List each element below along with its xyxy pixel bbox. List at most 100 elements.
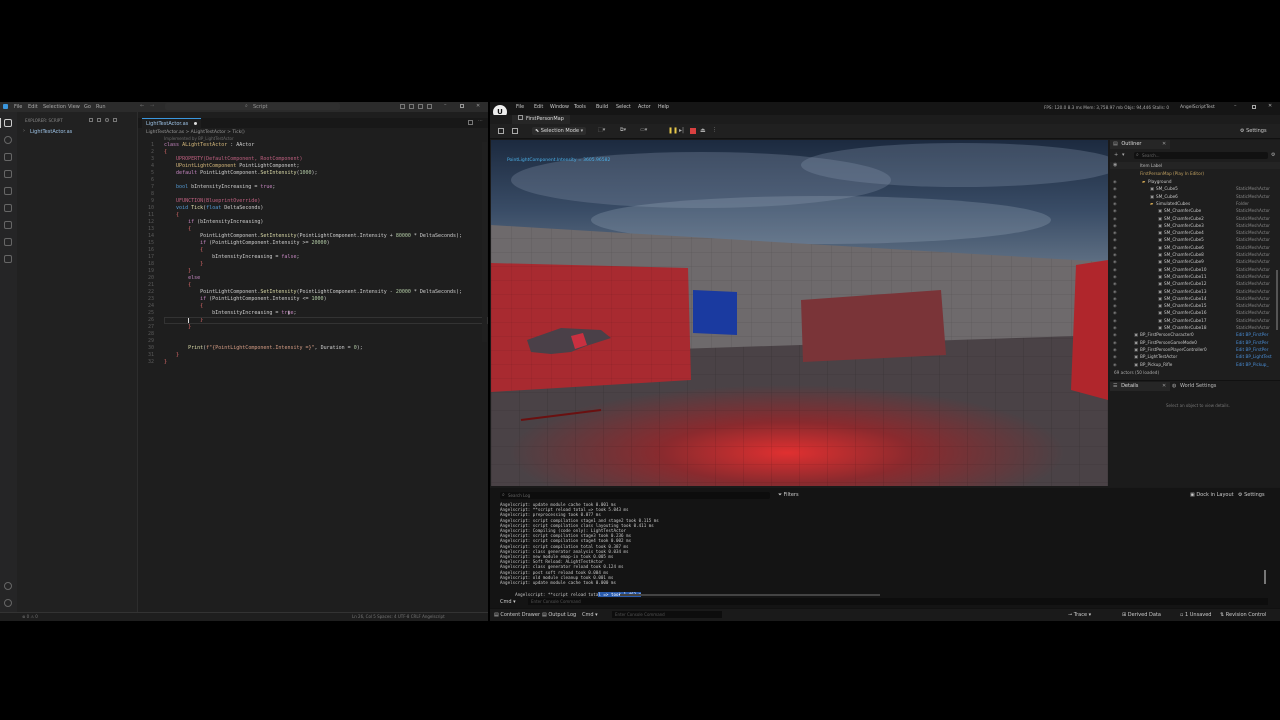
code-line[interactable]: 11 { bbox=[138, 212, 488, 219]
log-hscrollbar[interactable] bbox=[620, 594, 880, 596]
ue-menu-actor[interactable]: Actor bbox=[638, 105, 651, 110]
code-line[interactable]: 22 PointLightComponent.SetIntensity(Poin… bbox=[138, 289, 488, 296]
tab-lighttestactor[interactable]: LightTestActor.as bbox=[142, 118, 201, 129]
scrollbar[interactable] bbox=[482, 142, 487, 342]
code-line[interactable]: 1 class ALightTestActor : AActor bbox=[138, 142, 488, 149]
code-line[interactable]: 13 { bbox=[138, 226, 488, 233]
run-debug-icon[interactable] bbox=[4, 170, 12, 178]
step-button[interactable]: ▸| bbox=[679, 127, 684, 134]
sidebar-toggle-icon[interactable] bbox=[409, 104, 414, 109]
log-filters-button[interactable]: ⏷ Filters bbox=[778, 492, 799, 498]
collapse-all-icon[interactable] bbox=[113, 118, 117, 122]
ue-menu-tools[interactable]: Tools bbox=[574, 105, 586, 110]
tab-firstpersonmap[interactable]: FirstPersonMap bbox=[512, 115, 570, 124]
code-line[interactable]: 29 bbox=[138, 338, 488, 345]
new-file-icon[interactable] bbox=[89, 118, 93, 122]
menu-go[interactable]: Go bbox=[84, 104, 91, 110]
testing-icon[interactable] bbox=[4, 204, 12, 212]
split-editor-icon[interactable] bbox=[468, 120, 473, 125]
platforms-icon[interactable]: ⋮ bbox=[712, 127, 717, 133]
content-drawer-button[interactable]: ▤ Content Drawer bbox=[494, 612, 540, 618]
customize-layout-icon[interactable] bbox=[427, 104, 432, 109]
code-line[interactable]: 25 bIntensityIncreasing = true; bbox=[138, 310, 488, 317]
code-line[interactable]: 3 UPROPERTY(DefaultComponent, RootCompon… bbox=[138, 156, 488, 163]
log-lines[interactable]: Angelscript: update module cache took 0.… bbox=[490, 502, 1250, 586]
settings-button[interactable]: ⚙ Settings bbox=[1240, 128, 1267, 134]
code-lines[interactable]: 1 class ALightTestActor : AActor 2{3 UPROP… bbox=[138, 142, 488, 382]
more-actions-icon[interactable]: ⋯ bbox=[478, 118, 483, 124]
save-icon[interactable] bbox=[498, 128, 504, 134]
problems-status[interactable]: ⊗ 0 ⚠ 0 bbox=[22, 614, 38, 619]
outliner-filter-icon[interactable]: ▾ bbox=[1122, 152, 1125, 158]
code-line[interactable]: 27 } bbox=[138, 324, 488, 331]
code-line[interactable]: 4 UPointLightComponent PointLightCompone… bbox=[138, 163, 488, 170]
command-center-search[interactable]: ⌕ Script bbox=[165, 103, 340, 110]
ue-menu-select[interactable]: Select bbox=[616, 105, 631, 110]
code-line[interactable]: 32} bbox=[138, 359, 488, 366]
remote-icon[interactable] bbox=[4, 221, 12, 229]
code-line[interactable]: 24 { bbox=[138, 303, 488, 310]
menu-selection[interactable]: Selection bbox=[43, 104, 66, 110]
add-actor-icon[interactable]: ⬚▾ bbox=[598, 127, 605, 133]
content-icon[interactable] bbox=[512, 128, 518, 134]
output-log-button[interactable]: ▤ Output Log bbox=[542, 612, 576, 618]
terminal-icon[interactable] bbox=[4, 255, 12, 263]
unsaved-button[interactable]: ▫ 1 Unsaved bbox=[1180, 612, 1211, 618]
menu-view[interactable]: View bbox=[68, 104, 80, 110]
ue-menu-file[interactable]: File bbox=[516, 105, 524, 110]
edit-blueprint-link[interactable]: Edit BP_Pickup_ bbox=[1236, 361, 1269, 369]
code-line[interactable]: 10 void Tick(float DeltaSeconds) bbox=[138, 205, 488, 212]
close-icon[interactable]: ✕ bbox=[1268, 103, 1272, 109]
codelens-hint[interactable]: Implemented by BP_LightTestActor bbox=[164, 136, 234, 141]
cinematics-icon[interactable]: ▭▾ bbox=[640, 127, 647, 133]
outliner-settings-icon[interactable]: ⚙ bbox=[1271, 152, 1275, 158]
code-line[interactable]: 5 default PointLightComponent.SetIntensi… bbox=[138, 170, 488, 177]
code-line[interactable]: 6 bbox=[138, 177, 488, 184]
stop-button[interactable] bbox=[690, 128, 696, 134]
blueprints-icon[interactable]: ⧉▾ bbox=[620, 127, 626, 133]
search-icon[interactable] bbox=[4, 136, 12, 144]
minimize-icon[interactable]: – bbox=[444, 102, 447, 108]
console-input[interactable]: Enter Console Command bbox=[612, 611, 722, 618]
close-icon[interactable]: ✕ bbox=[476, 103, 480, 109]
trace-button[interactable]: ⊸ Trace ▾ bbox=[1068, 612, 1091, 618]
close-tab-icon[interactable]: ✕ bbox=[1162, 140, 1166, 149]
ue-menu-build[interactable]: Build bbox=[596, 105, 608, 110]
code-line[interactable]: 7 bool bIntensityIncreasing = true; bbox=[138, 184, 488, 191]
outliner-tab[interactable]: ▤ Outliner ✕ bbox=[1110, 140, 1170, 149]
breadcrumb[interactable]: LightTestActor.as > ALightTestActor > Ti… bbox=[146, 130, 245, 135]
world-settings-tab[interactable]: ◍ World Settings bbox=[1172, 382, 1216, 391]
tab-modified-dot-icon[interactable] bbox=[193, 122, 197, 125]
outliner-row[interactable]: ◉ ▣ BP_Pickup_Rifle Edit BP_Pickup_ bbox=[1110, 361, 1280, 369]
maximize-icon[interactable] bbox=[460, 104, 464, 108]
derived-data-button[interactable]: ⊞ Derived Data bbox=[1122, 612, 1161, 618]
log-settings-button[interactable]: ⚙ Settings bbox=[1238, 492, 1265, 498]
cmd-dropdown[interactable]: Cmd ▾ bbox=[582, 612, 598, 618]
source-control-icon[interactable] bbox=[4, 153, 12, 161]
new-folder-icon[interactable] bbox=[97, 118, 101, 122]
outliner-column-header[interactable]: ◉ Item Label bbox=[1110, 162, 1280, 169]
outliner-root-row[interactable]: FirstPersonMap (Play In Editor) bbox=[1140, 171, 1204, 176]
revision-control-button[interactable]: ⇅ Revision Control bbox=[1220, 612, 1266, 618]
code-line[interactable]: 9 UFUNCTION(BlueprintOverride) bbox=[138, 198, 488, 205]
menu-edit[interactable]: Edit bbox=[28, 104, 38, 110]
log-search[interactable]: ⌕ Search Log bbox=[500, 492, 770, 499]
details-tab[interactable]: ☰ Details ✕ bbox=[1110, 382, 1170, 391]
code-line[interactable]: 21 { bbox=[138, 282, 488, 289]
close-tab-icon[interactable]: ✕ bbox=[1162, 382, 1166, 391]
explorer-icon[interactable] bbox=[4, 119, 12, 127]
log-console-input[interactable]: Enter Console Command bbox=[528, 598, 1268, 605]
ue-menu-window[interactable]: Window bbox=[550, 105, 569, 110]
forward-arrow-icon[interactable]: → bbox=[150, 103, 154, 109]
panel-toggle-icon[interactable] bbox=[418, 104, 423, 109]
code-line[interactable]: 20 else bbox=[138, 275, 488, 282]
minimize-icon[interactable]: – bbox=[1234, 103, 1237, 109]
code-line[interactable]: 15 if (PointLightComponent.Intensity >= … bbox=[138, 240, 488, 247]
selection-mode-dropdown[interactable]: ⬉ Selection Mode ▾ bbox=[532, 127, 587, 135]
code-line[interactable]: 31 } bbox=[138, 352, 488, 359]
manage-gear-icon[interactable] bbox=[4, 599, 12, 607]
code-line[interactable]: 17 bIntensityIncreasing = false; bbox=[138, 254, 488, 261]
visibility-eye-icon[interactable]: ◉ bbox=[1113, 361, 1117, 369]
ue-menu-edit[interactable]: Edit bbox=[534, 105, 543, 110]
dock-in-layout-button[interactable]: ▣ Dock in Layout bbox=[1190, 492, 1234, 498]
